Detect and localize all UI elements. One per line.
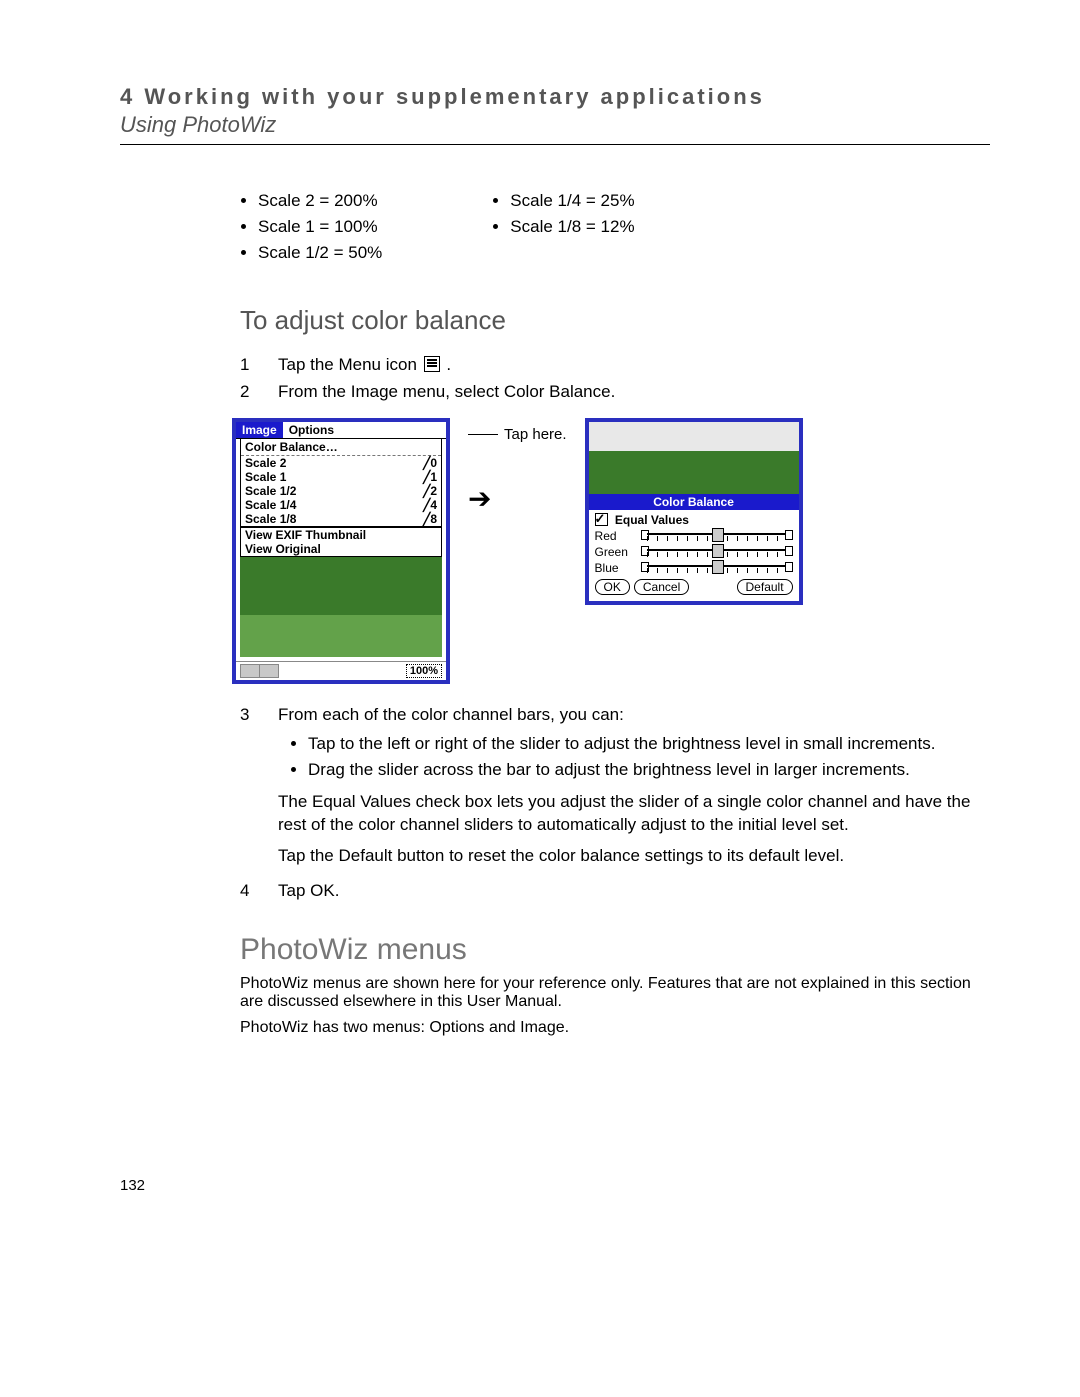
toolbar-icon[interactable] xyxy=(260,664,279,678)
callout-leader xyxy=(468,434,498,435)
menu-item-scale[interactable]: Scale 1/4╱4 xyxy=(241,498,441,512)
menu-icon xyxy=(424,356,440,372)
header-rule xyxy=(120,144,990,145)
paragraph: The Equal Values check box lets you adju… xyxy=(278,791,990,837)
cancel-button[interactable]: Cancel xyxy=(634,579,689,595)
paragraph: PhotoWiz menus are shown here for your r… xyxy=(240,975,990,1011)
tab-image[interactable]: Image xyxy=(236,422,283,438)
scale-list: Scale 2 = 200% Scale 1 = 100% Scale 1/2 … xyxy=(240,185,990,269)
screenshot-image-menu: Image Options Color Balance… Scale 2╱0 S… xyxy=(232,418,450,684)
dialog-title: Color Balance xyxy=(589,494,799,510)
menu-item-scale[interactable]: Scale 1/2╱2 xyxy=(241,484,441,498)
list-item: Tap to the left or right of the slider t… xyxy=(308,733,990,755)
chapter-title: 4 Working with your supplementary applic… xyxy=(120,84,990,110)
step-text: From each of the color channel bars, you… xyxy=(278,705,624,724)
menu-item-view-original[interactable]: View Original xyxy=(241,542,441,556)
red-slider[interactable] xyxy=(641,529,793,543)
list-item: Scale 1/2 = 50% xyxy=(258,243,382,263)
channel-label: Blue xyxy=(595,561,635,575)
list-item: Scale 1 = 100% xyxy=(258,217,382,237)
photo-preview xyxy=(589,422,799,494)
menu-item-color-balance[interactable]: Color Balance… xyxy=(241,439,441,456)
list-item: Scale 2 = 200% xyxy=(258,191,382,211)
menu-item-scale[interactable]: Scale 2╱0 xyxy=(241,456,441,470)
screenshot-color-balance: Color Balance Equal Values Red Green xyxy=(585,418,803,605)
paragraph: PhotoWiz has two menus: Options and Imag… xyxy=(240,1019,990,1037)
procedure-heading: To adjust color balance xyxy=(240,305,990,336)
tab-options[interactable]: Options xyxy=(283,422,340,438)
zoom-indicator[interactable]: 100% xyxy=(406,664,442,678)
page-number: 132 xyxy=(120,1177,990,1194)
step-text: Tap the Menu icon xyxy=(278,355,422,374)
list-item: Drag the slider across the bar to adjust… xyxy=(308,759,990,781)
step-number: 3 xyxy=(240,704,278,876)
figure-row: Image Options Color Balance… Scale 2╱0 S… xyxy=(232,418,990,684)
list-item: Scale 1/4 = 25% xyxy=(510,191,634,211)
section-subtitle: Using PhotoWiz xyxy=(120,112,990,138)
section-heading: PhotoWiz menus xyxy=(240,933,990,967)
channel-label: Green xyxy=(595,545,635,559)
menu-item-scale[interactable]: Scale 1╱1 xyxy=(241,470,441,484)
procedure-steps: 1 Tap the Menu icon . 2 From the Image m… xyxy=(240,354,990,404)
image-menu-dropdown: Color Balance… Scale 2╱0 Scale 1╱1 Scale… xyxy=(240,439,442,557)
default-button[interactable]: Default xyxy=(737,579,793,595)
ok-button[interactable]: OK xyxy=(595,579,630,595)
photo-preview xyxy=(240,557,442,657)
list-item: Scale 1/8 = 12% xyxy=(510,217,634,237)
step-number: 2 xyxy=(240,381,278,404)
arrow-right-icon: ➔ xyxy=(468,485,491,513)
step-text: . xyxy=(446,355,451,374)
checkbox-icon[interactable] xyxy=(595,513,608,526)
channel-label: Red xyxy=(595,529,635,543)
menu-item-view-exif[interactable]: View EXIF Thumbnail xyxy=(241,527,441,542)
green-slider[interactable] xyxy=(641,545,793,559)
paragraph: Tap the Default button to reset the colo… xyxy=(278,845,990,868)
step-number: 1 xyxy=(240,354,278,377)
callout-text: Tap here. xyxy=(504,426,567,443)
step-text: From the Image menu, select Color Balanc… xyxy=(278,381,990,404)
equal-values-checkbox[interactable]: Equal Values xyxy=(595,513,793,527)
menu-item-scale[interactable]: Scale 1/8╱8 xyxy=(241,512,441,527)
step-text: Tap OK. xyxy=(278,880,990,903)
blue-slider[interactable] xyxy=(641,561,793,575)
step-number: 4 xyxy=(240,880,278,903)
toolbar-icon[interactable] xyxy=(240,664,260,678)
